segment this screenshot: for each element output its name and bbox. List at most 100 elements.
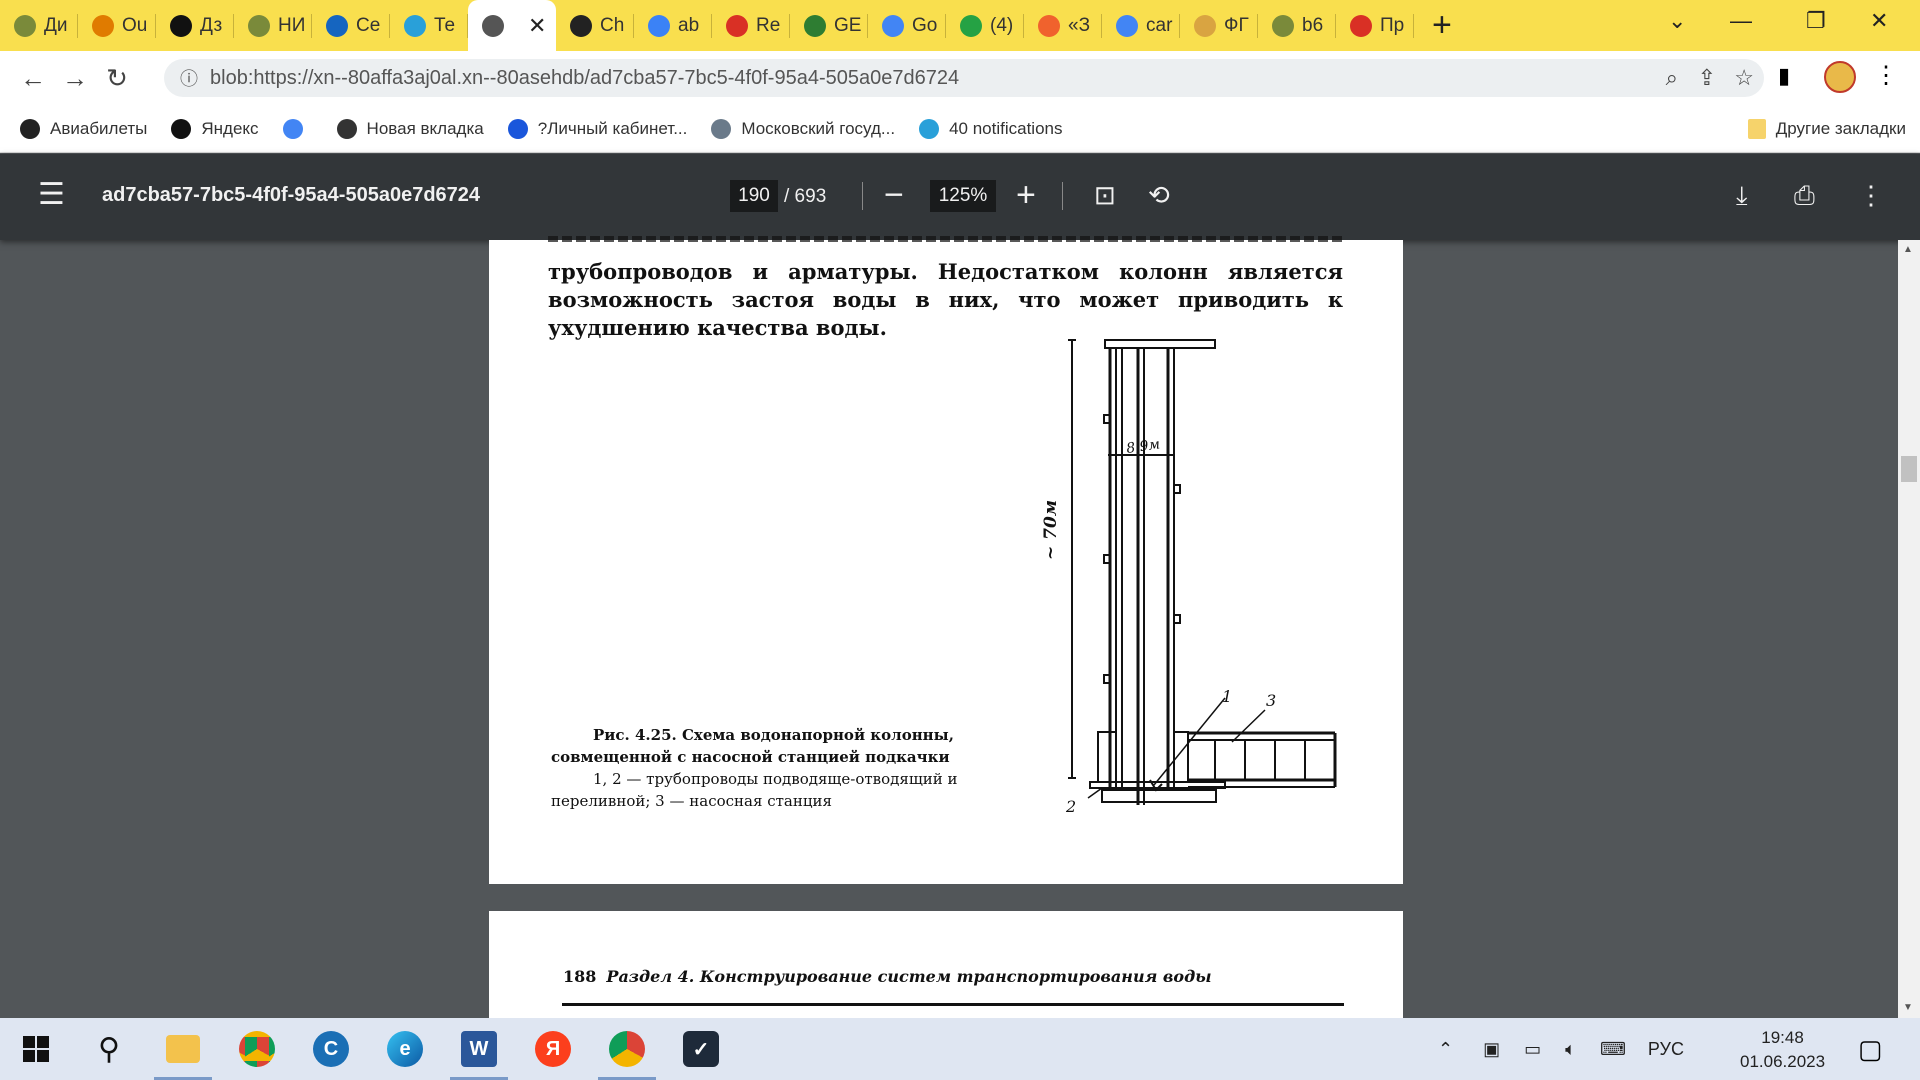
tab[interactable]: (4) — [946, 0, 1024, 51]
rotate-icon[interactable]: ⟲ — [1148, 180, 1170, 211]
url-text[interactable]: blob:https://xn--80affa3aj0al.xn--80aseh… — [210, 67, 959, 90]
zoom-in-button[interactable]: + — [1016, 178, 1036, 212]
download-icon[interactable]: ⤓ — [1736, 180, 1748, 212]
address-bar[interactable]: ⓘ blob:https://xn--80affa3aj0al.xn--80as… — [164, 59, 1764, 97]
tab[interactable]: Ou — [78, 0, 156, 51]
tab[interactable]: «З — [1024, 0, 1102, 51]
taskbar-vpn[interactable]: ✓ — [664, 1018, 738, 1080]
tab-label: Те — [434, 14, 456, 36]
taskbar-word[interactable]: W — [442, 1018, 516, 1080]
taskbar-edge[interactable]: e — [368, 1018, 442, 1080]
tab-search-icon[interactable]: ⌄ — [1668, 8, 1686, 34]
new-tab-button[interactable]: + — [1432, 6, 1452, 45]
site-info-icon[interactable]: ⓘ — [180, 65, 198, 91]
bookmark-item[interactable]: Яндекс — [171, 118, 259, 139]
zoom-out-button[interactable]: − — [884, 178, 904, 212]
bookmark-item[interactable]: ?Личный кабинет... — [507, 118, 687, 139]
tab[interactable]: НИ — [234, 0, 312, 51]
folder-icon — [166, 1035, 200, 1063]
tab[interactable]: ab — [634, 0, 712, 51]
start-button[interactable] — [0, 1018, 72, 1080]
figure-label-3: 3 — [1266, 691, 1276, 710]
notifications-icon[interactable]: ▢ — [1858, 1034, 1883, 1065]
scrollbar-thumb[interactable] — [1901, 456, 1917, 482]
print-icon[interactable]: ⎙ — [1794, 180, 1815, 212]
bookmark-star-icon[interactable]: ☆ — [1734, 65, 1754, 91]
tab[interactable]: Те — [390, 0, 468, 51]
bookmark-label: Яндекс — [201, 118, 259, 138]
bookmark-label: Новая вкладка — [366, 118, 484, 138]
tab[interactable]: Пр — [1336, 0, 1414, 51]
tab-favicon-icon — [648, 14, 670, 37]
language-indicator[interactable]: РУС — [1648, 1039, 1684, 1060]
back-icon[interactable]: ← — [12, 63, 54, 94]
figure-label-2: 2 — [1065, 797, 1076, 816]
search-button[interactable]: ⚲ — [72, 1018, 146, 1080]
tab-favicon-icon — [1350, 14, 1372, 37]
water-tower-diagram: ~ 70м 8,9м 1 3 2 — [1041, 339, 1337, 816]
share-icon[interactable]: ⇪ — [1698, 65, 1716, 91]
tab-list: Ди Ou Дз НИ Се Те ✕ Ch ab Re GE Go (4) «З car ФГ b6 Пр — [0, 0, 1414, 51]
bookmark-item[interactable]: Авиабилеты — [20, 118, 147, 139]
scroll-up-icon[interactable]: ▲ — [1903, 244, 1913, 255]
clock[interactable]: 19:48 01.06.2023 — [1740, 1026, 1825, 1074]
side-panel-icon[interactable]: ▮ — [1778, 63, 1790, 89]
caption-body: 1, 2 — трубопроводы подводяще-отводящий … — [551, 770, 958, 810]
tab[interactable]: Ди — [0, 0, 78, 51]
other-bookmarks[interactable]: Другие закладки — [1747, 118, 1906, 139]
tab-label: Ди — [44, 14, 68, 36]
tab-favicon-icon — [404, 14, 426, 37]
taskbar-yandex[interactable]: Я — [516, 1018, 590, 1080]
bookmark-favicon-icon — [171, 118, 192, 139]
tab[interactable]: Ch — [556, 0, 634, 51]
forward-icon[interactable]: → — [54, 63, 96, 94]
battery-icon[interactable]: ▭ — [1524, 1039, 1541, 1060]
page-number-input[interactable]: 190 — [730, 180, 778, 212]
bookmark-item[interactable]: 40 notifications — [919, 118, 1062, 139]
chevron-up-icon[interactable]: ⌃ — [1438, 1039, 1453, 1060]
tab[interactable]: ФГ — [1180, 0, 1258, 51]
meet-icon[interactable]: ▣ — [1483, 1039, 1500, 1060]
taskbar-app[interactable]: C — [294, 1018, 368, 1080]
vertical-scrollbar[interactable] — [1898, 240, 1920, 1018]
keyboard-icon[interactable]: ⌨ — [1600, 1039, 1626, 1060]
tab-favicon-icon — [92, 14, 114, 37]
taskbar-chrome-profile[interactable] — [590, 1018, 664, 1080]
volume-icon[interactable]: 🔈︎ — [1565, 1039, 1576, 1060]
menu-kebab-icon[interactable]: ⋮ — [1874, 61, 1898, 90]
close-window-icon[interactable]: ✕ — [1870, 8, 1888, 34]
more-options-icon[interactable]: ⋮ — [1858, 180, 1884, 211]
hamburger-menu-icon[interactable]: ☰ — [38, 180, 65, 210]
tab[interactable]: Go — [868, 0, 946, 51]
bookmark-item[interactable]: Московский госуд... — [711, 118, 895, 139]
tab-label: Ou — [122, 14, 148, 36]
tab-close-icon[interactable]: ✕ — [528, 13, 546, 39]
zoom-icon[interactable]: ⌕ — [1666, 65, 1678, 91]
fit-page-icon[interactable]: ⊡ — [1094, 180, 1116, 211]
reload-icon[interactable]: ↻ — [96, 63, 138, 94]
tab[interactable]: Се — [312, 0, 390, 51]
avatar[interactable] — [1824, 61, 1856, 93]
tab-favicon-icon — [882, 14, 904, 37]
tab[interactable]: GE — [790, 0, 868, 51]
pdf-toolbar: ☰ ad7cba57-7bc5-4f0f-95a4-505a0e7d6724 1… — [0, 154, 1920, 240]
restore-icon[interactable]: ❐ — [1806, 8, 1826, 34]
tab-favicon-icon — [170, 14, 192, 37]
page-total: / 693 — [784, 186, 827, 207]
tab-active[interactable]: ✕ — [468, 0, 556, 51]
tab-label: Пр — [1380, 14, 1405, 36]
next-page-header: 188 Раздел 4. Конструирование систем тран… — [563, 967, 1211, 986]
bookmark-item[interactable]: Новая вкладка — [336, 118, 484, 139]
tab[interactable]: car — [1102, 0, 1180, 51]
bookmark-item[interactable] — [282, 118, 313, 139]
tab[interactable]: Re — [712, 0, 790, 51]
taskbar-file-explorer[interactable] — [146, 1018, 220, 1080]
minimize-icon[interactable]: — — [1730, 8, 1752, 34]
scroll-down-icon[interactable]: ▼ — [1903, 1002, 1913, 1013]
taskbar-chrome[interactable] — [220, 1018, 294, 1080]
pdf-file-name: ad7cba57-7bc5-4f0f-95a4-505a0e7d6724 — [102, 184, 481, 206]
tab[interactable]: b6 — [1258, 0, 1336, 51]
header-rule — [562, 1003, 1344, 1006]
zoom-level[interactable]: 125% — [930, 180, 996, 212]
tab[interactable]: Дз — [156, 0, 234, 51]
